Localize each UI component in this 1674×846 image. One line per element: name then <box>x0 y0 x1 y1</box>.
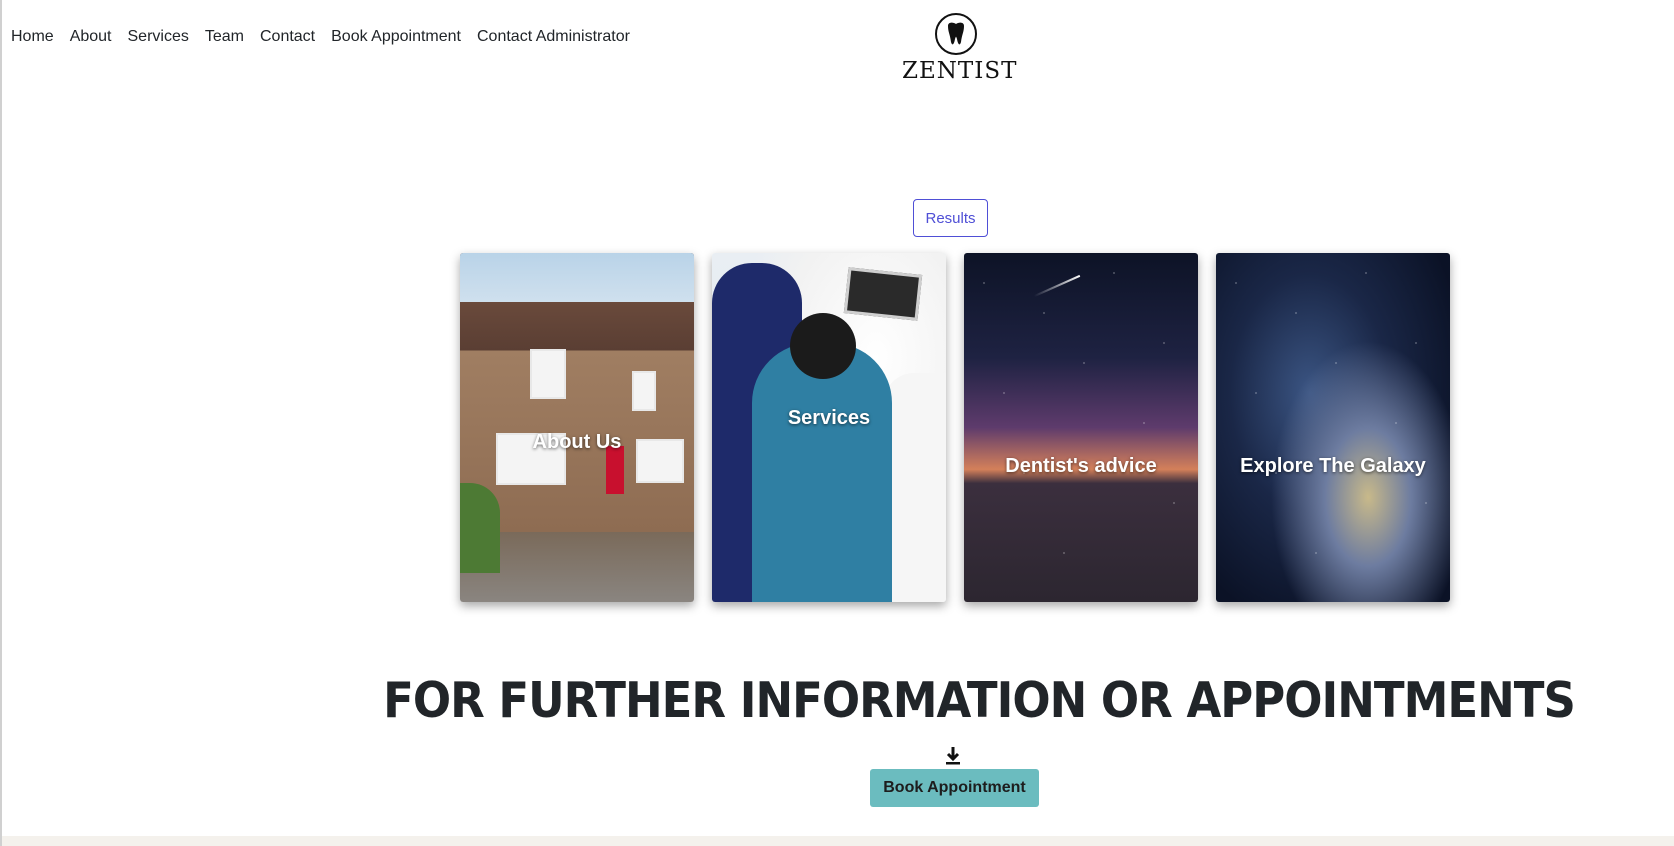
card-title: About Us <box>532 431 622 453</box>
tooth-icon <box>935 13 977 55</box>
window-decoration <box>632 371 656 411</box>
card-explore-galaxy[interactable]: Explore The Galaxy <box>1216 253 1450 602</box>
brand-name: ZENTIST <box>902 58 1018 84</box>
nav-about[interactable]: About <box>70 28 120 46</box>
book-appointment-button[interactable]: Book Appointment <box>870 769 1039 807</box>
feature-cards: About Us Services Dentist's advice Explo… <box>460 253 1450 602</box>
cta-heading: FOR FURTHER INFORMATION OR APPOINTMENTS <box>383 671 1576 730</box>
download-arrow-icon <box>946 747 960 765</box>
nav-contact[interactable]: Contact <box>260 28 323 46</box>
page: Home About Services Team Contact Book Ap… <box>0 0 1674 846</box>
person-head <box>790 313 856 379</box>
card-services[interactable]: Services <box>712 253 946 602</box>
stars <box>1216 253 1450 602</box>
top-nav: Home About Services Team Contact Book Ap… <box>11 28 646 46</box>
nav-contact-administrator[interactable]: Contact Administrator <box>477 28 638 46</box>
nav-book-appointment[interactable]: Book Appointment <box>331 28 469 46</box>
nav-team[interactable]: Team <box>205 28 252 46</box>
card-dentists-advice[interactable]: Dentist's advice <box>964 253 1198 602</box>
card-title: Dentist's advice <box>1005 455 1157 477</box>
footer <box>2 836 1674 846</box>
nav-services[interactable]: Services <box>128 28 197 46</box>
card-title: Explore The Galaxy <box>1240 455 1426 477</box>
bush <box>460 483 500 573</box>
card-title: Services <box>787 407 871 429</box>
nav-home[interactable]: Home <box>11 28 62 46</box>
logo[interactable]: ZENTIST <box>902 12 1018 84</box>
stars <box>964 253 1198 602</box>
card-about-us[interactable]: About Us <box>460 253 694 602</box>
person-figure <box>752 343 892 602</box>
results-button[interactable]: Results <box>913 199 988 237</box>
window-decoration <box>530 349 566 399</box>
xray-film <box>843 267 923 321</box>
